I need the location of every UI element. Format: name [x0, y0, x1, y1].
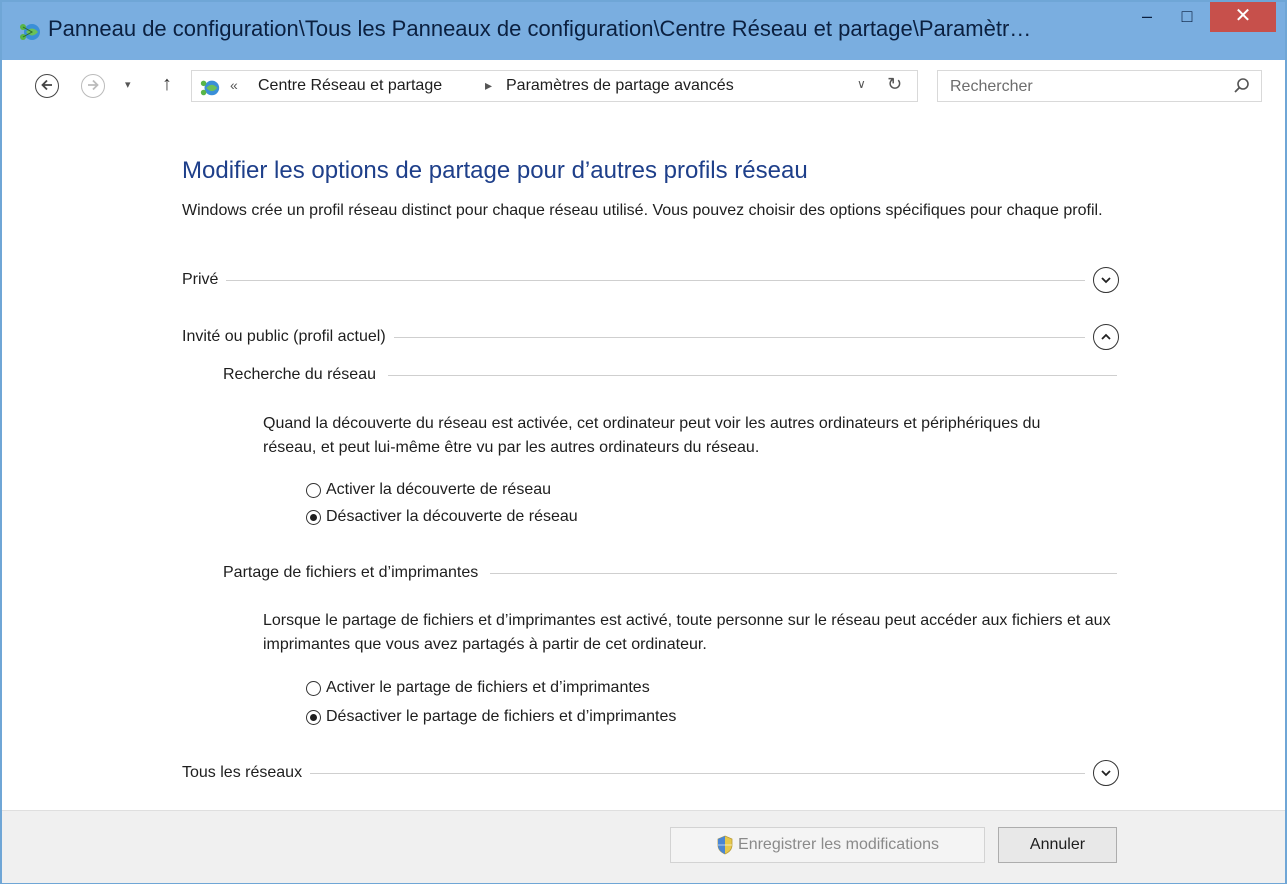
footer-bar: Enregistrer les modifications Annuler	[2, 810, 1285, 883]
divider	[310, 772, 1085, 774]
radio-button[interactable]	[306, 680, 321, 696]
file-sharing-off-option[interactable]: Désactiver le partage de fichiers et d’i…	[306, 708, 676, 726]
divider	[490, 572, 1117, 574]
profile-private-header[interactable]: Privé	[182, 267, 1119, 293]
radio-label[interactable]: Désactiver le partage de fichiers et d’i…	[326, 708, 676, 726]
forward-button[interactable]	[81, 74, 105, 98]
file-sharing-on-option[interactable]: Activer le partage de fichiers et d’impr…	[306, 679, 650, 697]
address-path[interactable]: « Centre Réseau et partage ▸ Paramètres …	[191, 70, 918, 102]
file-sharing-section-header: Partage de fichiers et d’imprimantes	[223, 564, 1117, 582]
network-discovery-title: Recherche du réseau	[223, 366, 376, 383]
refresh-button[interactable]: ↻	[887, 74, 902, 95]
network-discovery-off-option[interactable]: Désactiver la découverte de réseau	[306, 508, 578, 526]
radio-label[interactable]: Activer le partage de fichiers et d’impr…	[326, 679, 650, 697]
chevron-down-icon	[1101, 277, 1111, 284]
back-arrow-icon	[41, 79, 52, 91]
profile-all-networks-header[interactable]: Tous les réseaux	[182, 760, 1119, 786]
profile-all-networks-label: Tous les réseaux	[182, 764, 303, 781]
file-sharing-description: Lorsque le partage de fichiers et d’impr…	[263, 612, 1111, 653]
up-button[interactable]: ↑	[162, 73, 172, 96]
network-discovery-section-header: Recherche du réseau	[223, 366, 1117, 384]
content-area: Modifier les options de partage pour d’a…	[2, 112, 1285, 810]
recent-locations-dropdown[interactable]: ▾	[125, 78, 131, 91]
breadcrumb-advanced-sharing[interactable]: Paramètres de partage avancés	[506, 77, 734, 95]
title-bar[interactable]: Panneau de configuration\Tous les Pannea…	[2, 2, 1285, 60]
radio-button-selected[interactable]	[306, 709, 321, 725]
network-sharing-icon	[20, 24, 40, 40]
search-box[interactable]	[937, 70, 1262, 102]
search-icon[interactable]	[1232, 76, 1252, 96]
cancel-button[interactable]: Annuler	[998, 827, 1117, 863]
close-button[interactable]: ✕	[1210, 2, 1276, 32]
maximize-button[interactable]: □	[1169, 2, 1205, 32]
divider	[387, 374, 1117, 376]
save-changes-label: Enregistrer les modifications	[738, 836, 939, 853]
expand-private-button[interactable]	[1093, 267, 1119, 293]
divider	[393, 336, 1085, 338]
network-sharing-icon	[200, 80, 220, 96]
divider	[226, 279, 1085, 281]
radio-label[interactable]: Activer la découverte de réseau	[326, 481, 551, 499]
profile-guest-public-label: Invité ou public (profil actuel)	[182, 328, 386, 345]
radio-dot	[310, 713, 317, 721]
file-sharing-title: Partage de fichiers et d’imprimantes	[223, 564, 479, 581]
expand-all-networks-button[interactable]	[1093, 760, 1119, 786]
address-bar: ▾ ↑ « Centre Réseau et partage ▸ Paramèt…	[2, 60, 1285, 112]
window: Panneau de configuration\Tous les Pannea…	[0, 0, 1287, 884]
radio-dot	[310, 513, 317, 521]
network-discovery-description: Quand la découverte du réseau est activé…	[263, 415, 1041, 456]
radio-button[interactable]	[306, 482, 321, 498]
forward-arrow-icon	[88, 79, 99, 91]
breadcrumb-network-center[interactable]: Centre Réseau et partage	[258, 77, 442, 95]
window-title: Panneau de configuration\Tous les Pannea…	[48, 16, 1032, 41]
profile-guest-public-header[interactable]: Invité ou public (profil actuel)	[182, 324, 1119, 350]
address-dropdown-button[interactable]: ∨	[857, 77, 866, 91]
profile-private-label: Privé	[182, 271, 219, 288]
minimize-button[interactable]: –	[1130, 2, 1164, 32]
page-description: Windows crée un profil réseau distinct p…	[182, 202, 1103, 219]
search-input[interactable]	[948, 75, 1212, 99]
page-title: Modifier les options de partage pour d’a…	[182, 157, 808, 184]
back-button[interactable]	[35, 74, 59, 98]
radio-label[interactable]: Désactiver la découverte de réseau	[326, 508, 578, 526]
chevron-down-icon	[1101, 770, 1111, 777]
collapse-guest-public-button[interactable]	[1093, 324, 1119, 350]
network-discovery-on-option[interactable]: Activer la découverte de réseau	[306, 481, 551, 499]
breadcrumb-separator[interactable]: ▸	[485, 77, 492, 94]
save-changes-button[interactable]: Enregistrer les modifications	[670, 827, 985, 863]
uac-shield-icon	[717, 835, 733, 855]
breadcrumb-overflow[interactable]: «	[230, 77, 238, 93]
radio-button-selected[interactable]	[306, 509, 321, 525]
chevron-up-icon	[1101, 333, 1111, 340]
